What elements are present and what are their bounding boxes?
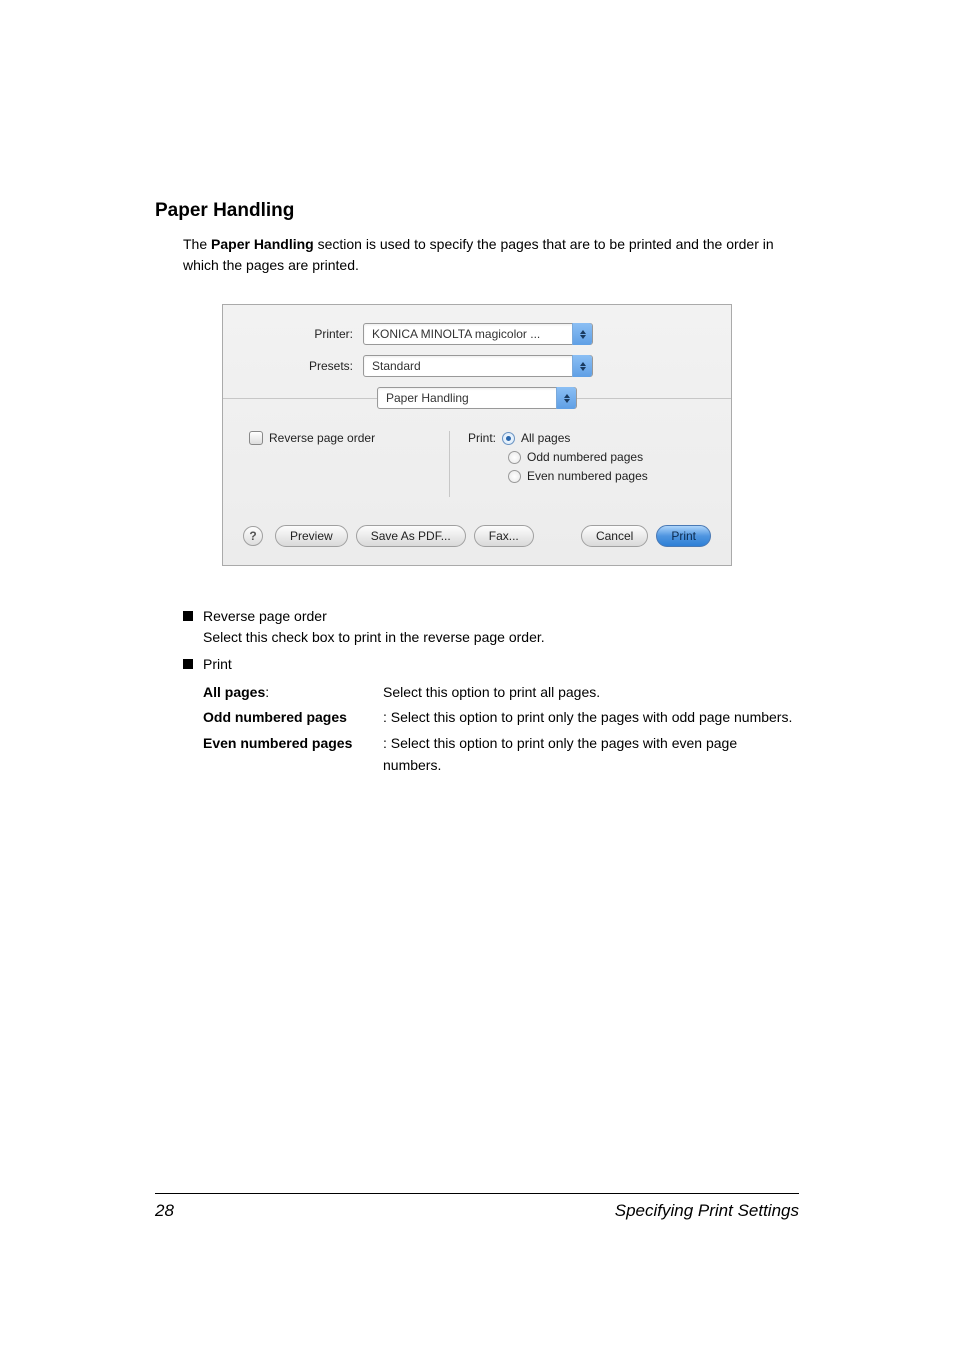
section-divider: Paper Handling — [223, 387, 731, 409]
def-all: All pages: Select this option to print a… — [203, 681, 799, 703]
options-area: Reverse page order Print: All pages Odd … — [243, 423, 711, 525]
chevron-down-icon — [572, 355, 592, 377]
presets-label: Presets: — [243, 359, 363, 373]
all-colon: : — [265, 684, 269, 700]
reverse-option[interactable]: Reverse page order — [249, 431, 449, 445]
even-desc: : Select this option to print only the p… — [383, 732, 799, 777]
radio-even-label: Even numbered pages — [527, 469, 648, 483]
bullet-reverse-desc: Select this check box to print in the re… — [203, 627, 799, 648]
dialog-button-row: ? Preview Save As PDF... Fax... Cancel P… — [243, 525, 711, 547]
radio-all-row[interactable]: Print: All pages — [468, 431, 648, 445]
section-select[interactable]: Paper Handling — [377, 387, 577, 409]
print-dialog: Printer: KONICA MINOLTA magicolor ... Pr… — [222, 304, 732, 566]
bullet-print-title: Print — [203, 654, 799, 675]
all-desc: Select this option to print all pages. — [383, 681, 799, 703]
radio-odd-label: Odd numbered pages — [527, 450, 643, 464]
odd-desc: : Select this option to print only the p… — [383, 706, 799, 728]
bullet-icon — [183, 611, 193, 621]
fax-button[interactable]: Fax... — [474, 525, 534, 547]
radio-all-label: All pages — [521, 431, 570, 445]
print-label: Print: — [468, 431, 496, 445]
print-radios: Print: All pages Odd numbered pages Even… — [450, 431, 648, 488]
chevron-down-icon — [572, 323, 592, 345]
section-heading: Paper Handling — [155, 200, 799, 222]
radio-even[interactable] — [508, 470, 521, 483]
print-button[interactable]: Print — [656, 525, 711, 547]
printer-value: KONICA MINOLTA magicolor ... — [364, 327, 572, 341]
intro-text-1: The — [183, 236, 211, 252]
footer-rule — [155, 1193, 799, 1194]
preview-button[interactable]: Preview — [275, 525, 348, 547]
printer-row: Printer: KONICA MINOLTA magicolor ... — [243, 323, 711, 345]
printer-select[interactable]: KONICA MINOLTA magicolor ... — [363, 323, 593, 345]
bullet-icon — [183, 659, 193, 669]
odd-term: Odd numbered pages — [203, 709, 347, 725]
help-button[interactable]: ? — [243, 526, 263, 546]
cancel-button[interactable]: Cancel — [581, 525, 648, 547]
presets-select[interactable]: Standard — [363, 355, 593, 377]
bullet-print: Print — [183, 654, 799, 675]
radio-odd[interactable] — [508, 451, 521, 464]
radio-all[interactable] — [502, 432, 515, 445]
page-number: 28 — [155, 1201, 174, 1221]
chevron-down-icon — [556, 387, 576, 409]
def-odd: Odd numbered pages : Select this option … — [203, 706, 799, 728]
bullet-reverse-title: Reverse page order — [203, 606, 799, 627]
printer-label: Printer: — [243, 327, 363, 341]
presets-value: Standard — [364, 359, 572, 373]
radio-even-row[interactable]: Even numbered pages — [508, 469, 648, 483]
def-even: Even numbered pages : Select this option… — [203, 732, 799, 777]
all-term: All pages — [203, 684, 265, 700]
presets-row: Presets: Standard — [243, 355, 711, 377]
intro-bold: Paper Handling — [211, 236, 314, 252]
footer-section-name: Specifying Print Settings — [615, 1201, 799, 1221]
save-as-pdf-button[interactable]: Save As PDF... — [356, 525, 466, 547]
reverse-label: Reverse page order — [269, 431, 375, 445]
bullet-reverse: Reverse page order Select this check box… — [183, 606, 799, 648]
page-footer: 28 Specifying Print Settings — [155, 1193, 799, 1221]
section-intro: The Paper Handling section is used to sp… — [183, 234, 799, 276]
even-term: Even numbered pages — [203, 735, 352, 751]
section-value: Paper Handling — [378, 391, 556, 405]
reverse-checkbox[interactable] — [249, 431, 263, 445]
radio-odd-row[interactable]: Odd numbered pages — [508, 450, 648, 464]
